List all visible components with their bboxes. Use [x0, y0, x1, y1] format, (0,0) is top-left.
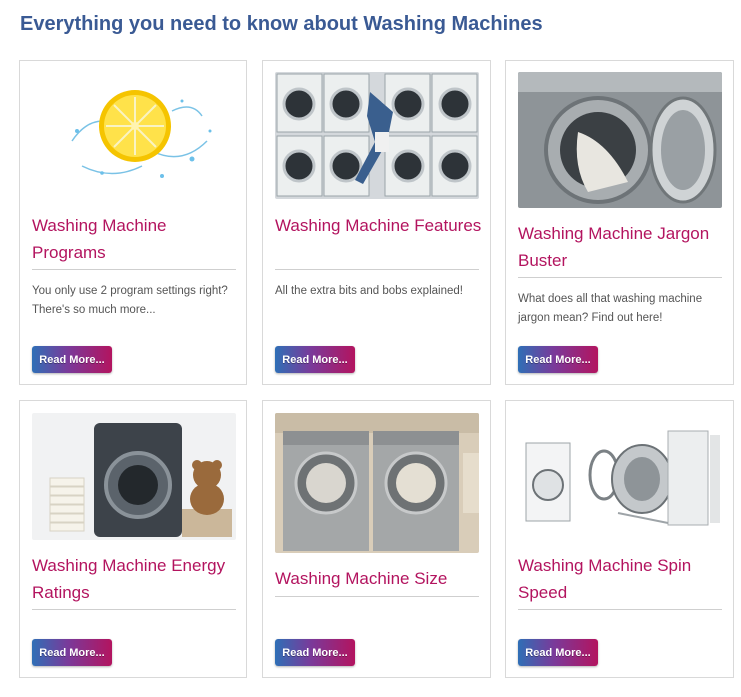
card-title[interactable]: Washing Machine Jargon Buster — [518, 220, 726, 274]
article-card-energy-ratings: Washing Machine Energy Ratings Read More… — [19, 400, 247, 678]
laundromat-image[interactable] — [275, 72, 479, 199]
card-divider — [32, 269, 236, 270]
page-title: Everything you need to know about Washin… — [20, 13, 543, 35]
lemon-splash-image[interactable] — [32, 71, 236, 199]
card-title[interactable]: Washing Machine Spin Speed — [518, 552, 726, 606]
card-divider — [32, 609, 236, 610]
card-title[interactable]: Washing Machine Size — [275, 565, 483, 592]
read-more-button[interactable]: Read More... — [518, 639, 598, 666]
washer-dryer-pair-image[interactable] — [275, 413, 479, 553]
article-card-features: Washing Machine Features All the extra b… — [262, 60, 491, 385]
article-card-programs: Washing Machine Programs You only use 2 … — [19, 60, 247, 385]
card-title[interactable]: Washing Machine Features — [275, 212, 483, 239]
card-description: You only use 2 program settings right? T… — [32, 285, 228, 316]
washing-machine-door-image[interactable] — [518, 72, 722, 208]
read-more-button[interactable]: Read More... — [275, 346, 355, 373]
card-divider — [275, 596, 479, 597]
read-more-button[interactable]: Read More... — [32, 346, 112, 373]
card-divider — [518, 277, 722, 278]
card-divider — [518, 609, 722, 610]
read-more-button[interactable]: Read More... — [518, 346, 598, 373]
article-card-spin-speed: Washing Machine Spin Speed Read More... — [505, 400, 734, 678]
read-more-button[interactable]: Read More... — [275, 639, 355, 666]
card-description: All the extra bits and bobs explained! — [275, 285, 463, 297]
article-card-size: Washing Machine Size Read More... — [262, 400, 491, 678]
exploded-washing-machine-image[interactable] — [518, 413, 722, 541]
read-more-button[interactable]: Read More... — [32, 639, 112, 666]
card-divider — [275, 269, 479, 270]
article-card-jargon-buster: Washing Machine Jargon Buster What does … — [505, 60, 734, 385]
card-description: What does all that washing machine jargo… — [518, 293, 703, 324]
card-title[interactable]: Washing Machine Programs — [32, 212, 240, 266]
washer-with-teddy-bear-image[interactable] — [32, 413, 236, 540]
card-title[interactable]: Washing Machine Energy Ratings — [32, 552, 240, 606]
